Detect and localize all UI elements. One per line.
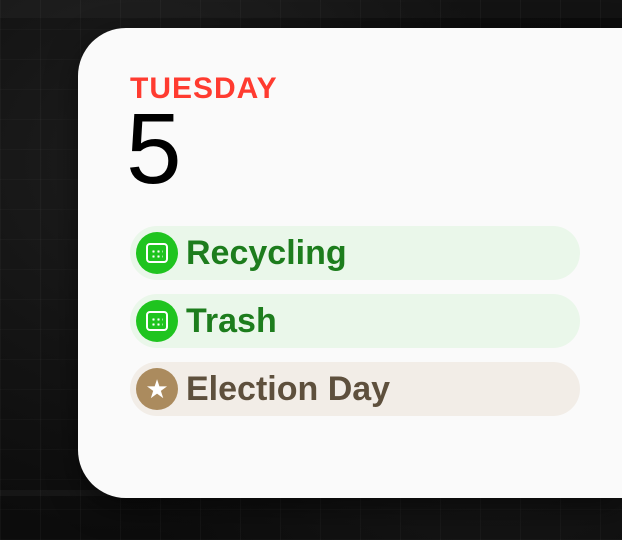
event-title: Election Day	[186, 370, 390, 409]
calendar-widget[interactable]: TUESDAY 5 Recycling Trash ★ Election Day	[78, 28, 622, 498]
event-title: Trash	[186, 302, 277, 341]
day-number: 5	[126, 104, 622, 194]
event-row[interactable]: Recycling	[130, 226, 580, 280]
event-row[interactable]: Trash	[130, 294, 580, 348]
event-list: Recycling Trash ★ Election Day	[130, 226, 622, 416]
star-icon: ★	[136, 368, 178, 410]
event-title: Recycling	[186, 234, 347, 273]
calendar-icon	[136, 300, 178, 342]
calendar-icon	[136, 232, 178, 274]
event-row[interactable]: ★ Election Day	[130, 362, 580, 416]
day-name: TUESDAY	[130, 72, 622, 106]
